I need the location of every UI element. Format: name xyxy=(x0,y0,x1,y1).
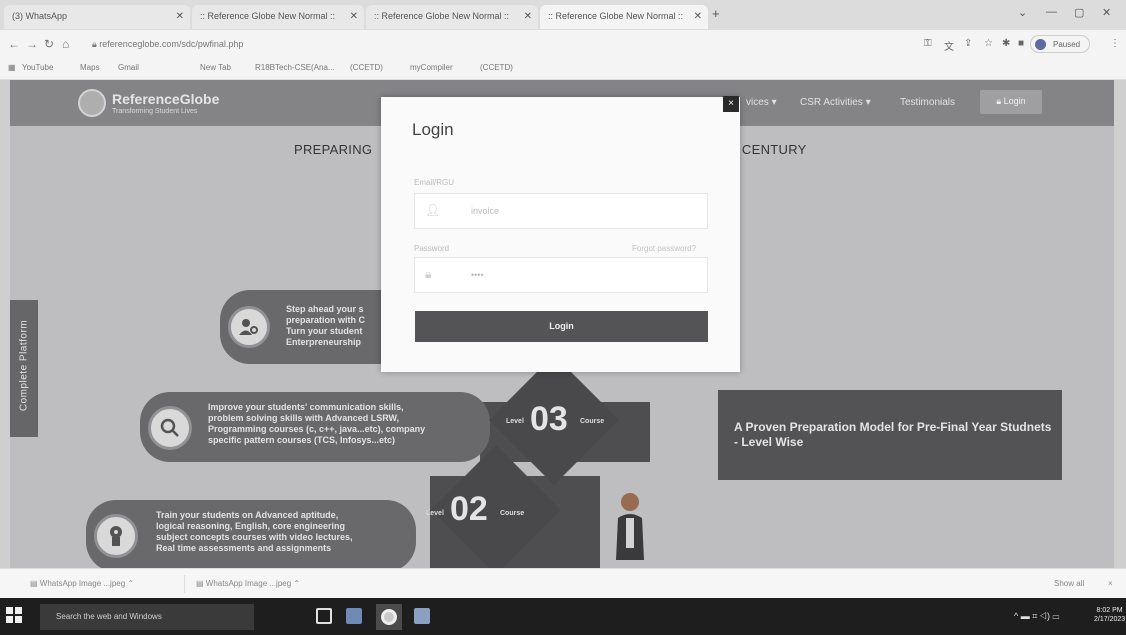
user-icon: 👤︎ xyxy=(425,203,441,217)
extensions-icon[interactable]: ✱ xyxy=(1002,38,1010,49)
close-tab-icon[interactable]: ✕ xyxy=(350,11,358,22)
store-icon[interactable] xyxy=(414,608,430,624)
maximize-icon[interactable]: ▢ xyxy=(1074,6,1084,19)
tab-title: (3) WhatsApp xyxy=(12,11,68,21)
close-tab-icon[interactable]: ✕ xyxy=(524,11,532,22)
file-icon: ▤ xyxy=(196,579,206,588)
address-toolbar: ← → ↻ ⌂ 🔒︎ referenceglobe.com/sdc/pwfina… xyxy=(0,30,1126,58)
login-submit-button[interactable]: Login xyxy=(415,311,708,342)
tab-title: :: Reference Globe New Normal :: xyxy=(374,11,510,21)
close-tab-icon[interactable]: ✕ xyxy=(176,11,184,22)
chevron-down-icon[interactable]: ⌄ xyxy=(1018,6,1027,19)
password-value: •••• xyxy=(471,270,484,280)
url-field[interactable]: 🔒︎ referenceglobe.com/sdc/pwfinal.php xyxy=(84,35,884,54)
browser-tab-strip: (3) WhatsApp ✕ :: Reference Globe New No… xyxy=(0,0,1126,30)
password-field[interactable]: 🔒︎ •••• xyxy=(414,257,708,293)
profile-status: Paused xyxy=(1053,40,1081,49)
bookmark-ccetd-1[interactable]: (CCETD) xyxy=(350,63,383,72)
apps-icon[interactable]: ▦ xyxy=(8,63,16,72)
bookmark-r18btech[interactable]: R18BTech-CSE(Ana... xyxy=(255,63,335,72)
email-label: Email/RGU xyxy=(414,178,455,187)
close-icon[interactable]: × xyxy=(1108,579,1113,588)
email-field[interactable]: 👤︎ invoice xyxy=(414,193,708,229)
download-item-2[interactable]: ▤ WhatsApp Image ...jpeg ⌃ xyxy=(196,579,300,588)
bookmark-newtab[interactable]: New Tab xyxy=(200,63,231,72)
browser-tab-referenceglobe-1[interactable]: :: Reference Globe New Normal :: ✕ xyxy=(192,5,364,29)
avatar xyxy=(1035,39,1046,50)
password-label: Password xyxy=(414,244,450,253)
windows-taskbar: Search the web and Windows ^ ▬ ⌗ ◁) ▭ 8:… xyxy=(0,598,1126,635)
file-icon: ▤ xyxy=(30,579,40,588)
browser-tab-whatsapp[interactable]: (3) WhatsApp ✕ xyxy=(4,5,190,29)
file-explorer-icon[interactable] xyxy=(346,608,362,624)
minimize-icon[interactable]: — xyxy=(1046,6,1057,18)
bookmark-youtube[interactable]: YouTube xyxy=(22,63,53,72)
more-menu-icon[interactable]: ⋮ xyxy=(1110,38,1120,49)
tray-icons[interactable]: ^ ▬ ⌗ ◁) ▭ xyxy=(1014,611,1059,622)
tab-title: :: Reference Globe New Normal :: xyxy=(200,11,336,21)
sidepanel-icon[interactable]: ■ xyxy=(1018,38,1024,49)
downloads-bar: ▤ WhatsApp Image ...jpeg ⌃ ▤ WhatsApp Im… xyxy=(0,568,1126,598)
windows-start-icon[interactable] xyxy=(6,607,24,625)
clock-time: 8:02 PM xyxy=(1096,607,1123,614)
download-item-1[interactable]: ▤ WhatsApp Image ...jpeg ⌃ xyxy=(30,579,134,588)
task-view-icon[interactable] xyxy=(316,608,332,624)
forward-arrow-icon[interactable]: → xyxy=(26,37,38,51)
translate-icon[interactable]: 文 xyxy=(944,38,954,53)
taskbar-search-input[interactable]: Search the web and Windows xyxy=(40,604,254,630)
forgot-password-link[interactable]: Forgot password? xyxy=(632,244,696,253)
lock-icon: 🔒︎ xyxy=(425,267,432,281)
close-window-icon[interactable]: ✕ xyxy=(1102,6,1111,19)
close-tab-icon[interactable]: ✕ xyxy=(694,11,702,22)
email-value: invoice xyxy=(471,206,500,216)
browser-tab-referenceglobe-2[interactable]: :: Reference Globe New Normal :: ✕ xyxy=(366,5,538,29)
bookmark-ccetd-2[interactable]: (CCETD) xyxy=(480,63,513,72)
new-tab-button[interactable]: + xyxy=(712,6,720,21)
share-icon[interactable]: ⇪ xyxy=(964,38,972,49)
login-modal-title: Login xyxy=(412,120,454,139)
url-text: referenceglobe.com/sdc/pwfinal.php xyxy=(99,39,244,49)
bookmarks-bar: ▦ YouTube Maps Gmail New Tab R18BTech-CS… xyxy=(0,58,1126,80)
tab-title: :: Reference Globe New Normal :: xyxy=(548,11,684,21)
star-icon[interactable]: ☆ xyxy=(984,38,993,49)
show-all-button[interactable]: Show all xyxy=(1054,579,1084,588)
browser-tab-referenceglobe-3[interactable]: :: Reference Globe New Normal :: ✕ xyxy=(540,5,708,29)
divider xyxy=(184,575,185,593)
bookmark-maps[interactable]: Maps xyxy=(80,63,100,72)
profile-button[interactable]: Paused xyxy=(1030,35,1090,53)
home-icon[interactable]: ⌂ xyxy=(62,37,69,51)
taskbar-clock[interactable]: 8:02 PM 2/17/2023 xyxy=(1094,606,1125,624)
key-icon[interactable]: ⚿ xyxy=(924,38,932,49)
bookmark-mycompiler[interactable]: myCompiler xyxy=(410,63,453,72)
back-arrow-icon[interactable]: ← xyxy=(8,37,20,51)
reload-icon[interactable]: ↻ xyxy=(44,37,54,51)
bookmark-gmail[interactable]: Gmail xyxy=(118,63,139,72)
clock-date: 2/17/2023 xyxy=(1094,616,1126,623)
close-icon[interactable]: × xyxy=(723,96,739,112)
chrome-icon[interactable] xyxy=(376,604,402,630)
